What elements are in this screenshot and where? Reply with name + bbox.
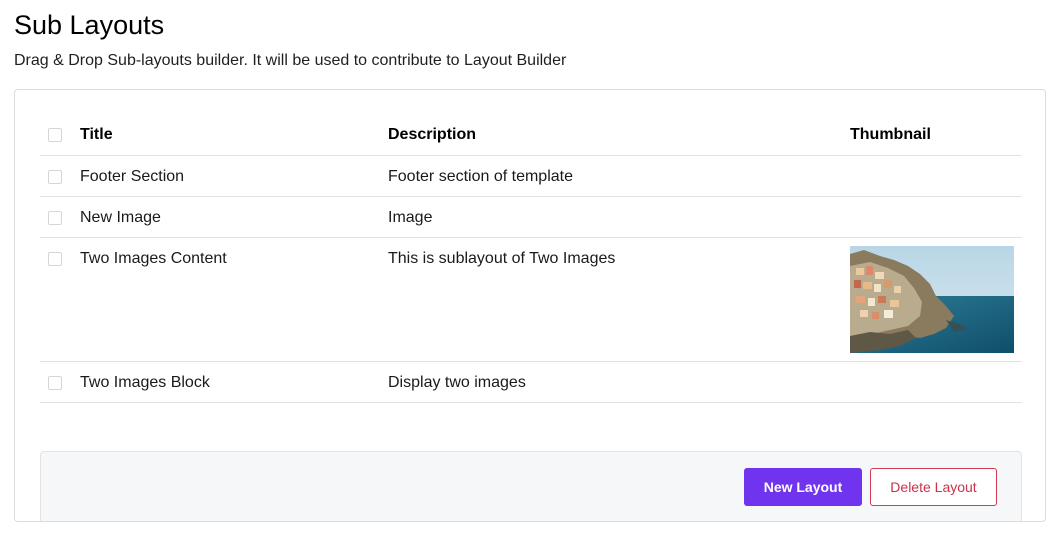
row-title[interactable]: Two Images Block xyxy=(80,373,210,393)
row-checkbox[interactable] xyxy=(48,376,62,390)
actions-panel: New Layout Delete Layout xyxy=(40,451,1022,521)
coastal-village-image xyxy=(850,246,1014,353)
column-header-title[interactable]: Title xyxy=(80,125,113,145)
row-description: This is sublayout of Two Images xyxy=(388,250,616,267)
row-title[interactable]: Footer Section xyxy=(80,167,184,187)
row-title[interactable]: Two Images Content xyxy=(80,249,227,269)
row-description: Footer section of template xyxy=(388,168,573,185)
select-all-checkbox[interactable] xyxy=(48,128,62,142)
table-row[interactable]: Two Images Block Display two images xyxy=(40,362,1022,403)
page-title: Sub Layouts xyxy=(14,10,165,40)
page-subtitle: Drag & Drop Sub-layouts builder. It will… xyxy=(14,52,567,69)
new-layout-button[interactable]: New Layout xyxy=(744,468,862,506)
sub-layouts-table: Title Description Thumbnail Footer Secti… xyxy=(40,112,1022,403)
row-title[interactable]: New Image xyxy=(80,208,161,228)
row-thumbnail-image xyxy=(850,246,1014,353)
row-description: Image xyxy=(388,209,433,226)
table-row[interactable]: Two Images Content This is sublayout of … xyxy=(40,238,1022,362)
column-header-description[interactable]: Description xyxy=(388,125,476,145)
row-description: Display two images xyxy=(388,374,526,391)
sub-layouts-card: Title Description Thumbnail Footer Secti… xyxy=(14,89,1046,522)
delete-layout-button[interactable]: Delete Layout xyxy=(870,468,997,506)
column-header-thumbnail: Thumbnail xyxy=(850,126,931,143)
table-header-row: Title Description Thumbnail xyxy=(40,112,1022,156)
row-checkbox[interactable] xyxy=(48,170,62,184)
table-row[interactable]: Footer Section Footer section of templat… xyxy=(40,156,1022,197)
row-checkbox[interactable] xyxy=(48,252,62,266)
table-row[interactable]: New Image Image xyxy=(40,197,1022,238)
row-checkbox[interactable] xyxy=(48,211,62,225)
